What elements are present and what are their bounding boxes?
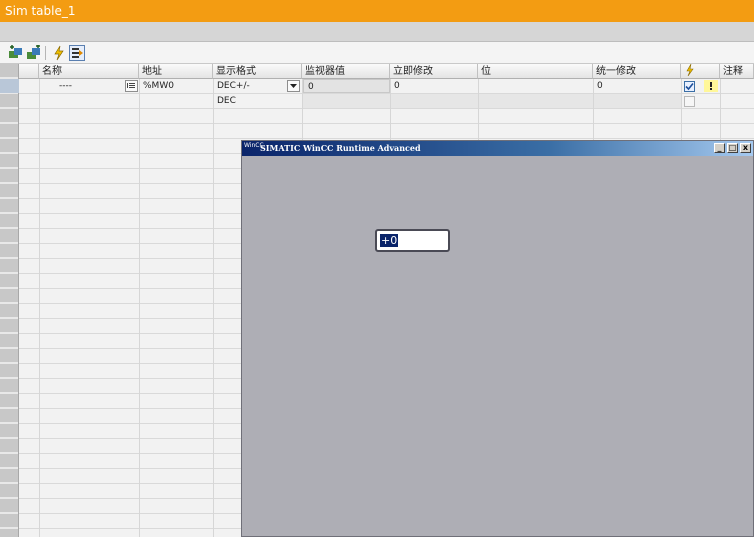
toolbar bbox=[0, 42, 754, 64]
column-header-comment[interactable]: 注释 bbox=[720, 64, 754, 79]
column-header-address[interactable]: 地址 bbox=[139, 64, 213, 79]
modify-lightning-icon[interactable] bbox=[51, 45, 67, 61]
lightning-icon bbox=[684, 64, 696, 77]
minimize-button[interactable]: _ bbox=[714, 143, 725, 153]
runtime-window: WinCC SIMATIC WinCC Runtime Advanced _ □… bbox=[241, 140, 754, 537]
column-header-display-format[interactable]: 显示格式 bbox=[213, 64, 302, 79]
table-row-2-display-format[interactable]: DEC bbox=[213, 94, 302, 108]
table-row-2-modify-now bbox=[391, 94, 478, 108]
table-row-2-monitor-value bbox=[303, 94, 390, 108]
display-format-dropdown[interactable] bbox=[287, 80, 300, 92]
window-title-bar: Sim table_1 bbox=[0, 0, 754, 22]
monitor-all-icon[interactable] bbox=[69, 45, 85, 61]
runtime-title-bar[interactable]: WinCC SIMATIC WinCC Runtime Advanced _ □… bbox=[242, 141, 753, 156]
io-field[interactable]: +0 bbox=[375, 229, 450, 252]
toolbar-separator bbox=[45, 46, 46, 60]
warning-icon bbox=[704, 80, 718, 92]
column-header-monitor-value[interactable]: 监视器值 bbox=[302, 64, 390, 79]
table-row-1-modify-checkbox[interactable] bbox=[684, 81, 695, 92]
table-row-1-monitor-value: 0 bbox=[303, 79, 390, 93]
column-header-name[interactable]: 名称 bbox=[39, 64, 139, 79]
add-object-icon[interactable] bbox=[8, 45, 24, 61]
table-row-2-modify-checkbox bbox=[684, 96, 695, 107]
column-header-consistent-modify[interactable]: 统一修改 bbox=[593, 64, 681, 79]
table-row-1-address[interactable]: %MW0 bbox=[139, 79, 213, 93]
column-header-blank bbox=[19, 64, 39, 79]
column-header-modify-flag[interactable] bbox=[681, 64, 720, 79]
column-header-modify-now[interactable]: 立即修改 bbox=[390, 64, 478, 79]
table-row-1-modify-now[interactable]: 0 bbox=[390, 79, 478, 93]
add-object-2-icon[interactable] bbox=[26, 45, 42, 61]
table-row-2-bit bbox=[479, 94, 593, 108]
table-row-1-name[interactable]: ---- bbox=[55, 79, 125, 93]
tab-strip bbox=[0, 22, 754, 42]
wincc-logo-icon: WinCC bbox=[244, 142, 264, 155]
close-button[interactable]: x bbox=[740, 143, 751, 153]
io-field-value: +0 bbox=[380, 234, 399, 247]
table-row-1-display-format[interactable]: DEC+/- bbox=[213, 79, 287, 93]
maximize-button[interactable]: □ bbox=[727, 143, 738, 153]
table-row-2-consistent-modify bbox=[594, 94, 681, 108]
row-1-header[interactable] bbox=[0, 79, 19, 93]
table-row-1-consistent-modify[interactable]: 0 bbox=[593, 79, 681, 93]
column-header-bit[interactable]: 位 bbox=[478, 64, 593, 79]
window-title: Sim table_1 bbox=[5, 4, 76, 18]
address-picker-button[interactable] bbox=[125, 80, 138, 92]
row-header-column bbox=[0, 64, 19, 537]
runtime-title: SIMATIC WinCC Runtime Advanced bbox=[260, 143, 421, 153]
table-row-1-bit[interactable] bbox=[478, 79, 593, 93]
